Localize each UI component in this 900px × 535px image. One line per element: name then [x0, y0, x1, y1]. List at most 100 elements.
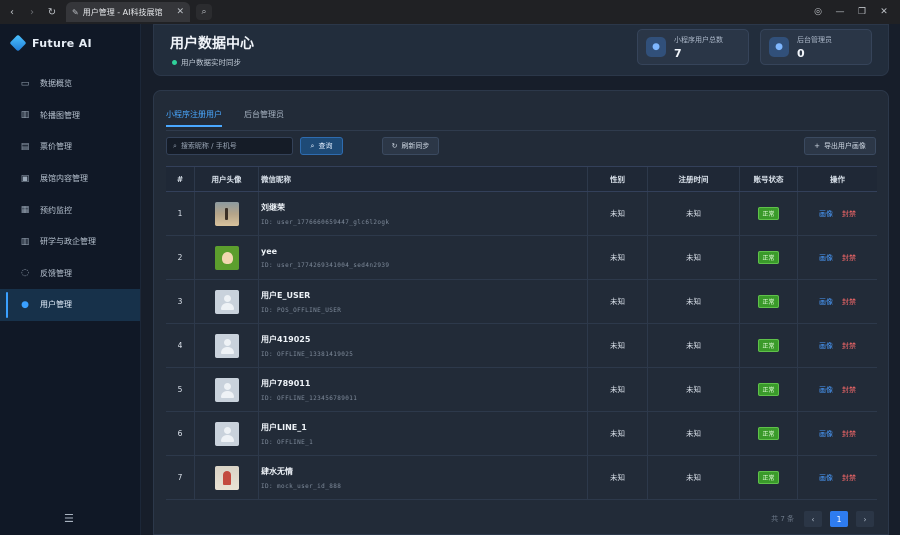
total-count: 共 7 条	[771, 515, 794, 523]
ban-link[interactable]: 封禁	[842, 429, 856, 439]
profile-link[interactable]: 画像	[819, 297, 833, 307]
user-icon: ●	[646, 37, 666, 57]
nickname: 用户E_USER	[261, 290, 311, 300]
restore-icon[interactable]: ❐	[852, 3, 872, 21]
avatar-cell	[195, 236, 258, 279]
forward-icon[interactable]: ›	[24, 4, 40, 20]
nickname: 刘继荣	[261, 202, 285, 212]
actions-cell: 画像 封禁	[797, 412, 877, 455]
search-input[interactable]	[180, 142, 281, 150]
sidebar-item-overview[interactable]: ▭ 数据概览	[0, 68, 140, 100]
page-button-current[interactable]: 1	[830, 511, 848, 527]
gender: 未知	[587, 368, 647, 411]
avatar	[214, 333, 239, 358]
status-badge: 正常	[758, 295, 779, 308]
next-page-button[interactable]: ›	[856, 511, 874, 527]
profile-link[interactable]: 画像	[819, 385, 833, 395]
menu-collapse-icon[interactable]: ☰	[64, 512, 74, 525]
sidebar-item-reservations[interactable]: ▦ 预约监控	[0, 194, 140, 226]
tab-divider	[166, 130, 876, 131]
profile-link[interactable]: 画像	[819, 209, 833, 219]
tab-admins[interactable]: 后台管理员	[244, 109, 284, 127]
sidebar-item-exhibits[interactable]: ▣ 展馆内容管理	[0, 163, 140, 195]
register-time: 未知	[647, 236, 739, 279]
table-row: 2 yee ID: user_1774269341004_sed4n2939 未…	[166, 236, 877, 280]
sidebar-item-label: 数据概览	[40, 79, 72, 89]
nickname-cell: yee ID: user_1774269341004_sed4n2939	[258, 236, 587, 279]
user-id: ID: OFFLINE_123456789011	[261, 394, 358, 402]
user-id: ID: user_1774269341004_sed4n2939	[261, 261, 390, 269]
row-index: 7	[166, 456, 195, 499]
table-header: # 用户头像 微信昵称 性别 注册时间 账号状态 操作	[166, 166, 877, 192]
page-title: 用户数据中心	[170, 36, 254, 52]
profile-link[interactable]: 画像	[819, 341, 833, 351]
export-profile-button[interactable]: + 导出用户画像	[804, 137, 876, 155]
profile-link[interactable]: 画像	[819, 253, 833, 263]
col-nickname: 微信昵称	[258, 167, 587, 191]
col-actions: 操作	[797, 167, 877, 191]
ban-link[interactable]: 封禁	[842, 253, 856, 263]
profile-link[interactable]: 画像	[819, 473, 833, 483]
nickname-cell: 用户LINE_1 ID: OFFLINE_1	[258, 412, 587, 455]
ban-link[interactable]: 封禁	[842, 341, 856, 351]
status-badge: 正常	[758, 471, 779, 484]
sidebar-item-users[interactable]: ● 用户管理	[0, 289, 140, 321]
minimize-icon[interactable]: —	[830, 3, 850, 21]
refresh-button-label: 刷新同步	[401, 142, 430, 150]
sidebar-item-tickets[interactable]: ▤ 票价管理	[0, 131, 140, 163]
tab-search-icon[interactable]: ⌕	[196, 4, 212, 20]
header-card: 用户数据中心 用户数据实时同步 ● 小程序用户总数 7 ● 后台管理员 0	[153, 24, 889, 76]
toolbar: ⌕ ⌕ 查询 ↻ 刷新同步 + 导出用户画像	[166, 137, 876, 155]
refresh-sync-button[interactable]: ↻ 刷新同步	[382, 137, 439, 155]
ban-link[interactable]: 封禁	[842, 473, 856, 483]
browser-tab[interactable]: ✎ 用户管理 - AI科技展馆 ✕	[66, 2, 190, 22]
query-button[interactable]: ⌕ 查询	[300, 137, 343, 155]
nickname: 用户LINE_1	[261, 422, 307, 432]
reload-icon[interactable]: ↻	[44, 4, 60, 20]
admin-icon: ●	[769, 37, 789, 57]
user-id: ID: POS_OFFLINE_USER	[261, 306, 342, 314]
close-tab-icon[interactable]: ✕	[176, 7, 184, 17]
query-button-label: 查询	[318, 142, 333, 150]
building-icon: ▥	[20, 236, 30, 247]
avatar	[214, 289, 239, 314]
prev-page-button[interactable]: ‹	[804, 511, 822, 527]
stat-card-users: ● 小程序用户总数 7	[637, 29, 749, 65]
col-index: #	[166, 167, 195, 191]
profile-link[interactable]: 画像	[819, 429, 833, 439]
sidebar-item-feedback[interactable]: ◌ 反馈管理	[0, 258, 140, 290]
sidebar-item-label: 研学与政企管理	[40, 237, 96, 247]
sidebar-item-carousel[interactable]: ▥ 轮播图管理	[0, 100, 140, 132]
close-window-icon[interactable]: ✕	[874, 3, 894, 21]
sync-text: 用户数据实时同步	[181, 58, 241, 67]
search-box: ⌕	[166, 137, 293, 155]
user-icon: ●	[21, 299, 29, 310]
stat-label: 小程序用户总数	[674, 35, 723, 44]
sidebar-item-label: 反馈管理	[40, 268, 72, 278]
status-badge: 正常	[758, 427, 779, 440]
brand[interactable]: Future AI	[0, 24, 140, 62]
status-cell: 正常	[739, 192, 797, 235]
ban-link[interactable]: 封禁	[842, 209, 856, 219]
brand-name: Future AI	[32, 36, 92, 50]
sidebar-item-study[interactable]: ▥ 研学与政企管理	[0, 226, 140, 258]
row-index: 5	[166, 368, 195, 411]
avatar	[214, 245, 239, 270]
ban-link[interactable]: 封禁	[842, 297, 856, 307]
tab-bar: 小程序注册用户 后台管理员	[166, 109, 284, 127]
row-index: 1	[166, 192, 195, 235]
row-index: 3	[166, 280, 195, 323]
col-status: 账号状态	[739, 167, 797, 191]
ban-link[interactable]: 封禁	[842, 385, 856, 395]
tab-miniprogram-users[interactable]: 小程序注册用户	[166, 109, 222, 127]
gender: 未知	[587, 456, 647, 499]
back-icon[interactable]: ‹	[4, 4, 20, 20]
stat-card-admins: ● 后台管理员 0	[760, 29, 872, 65]
nickname: 肆水无情	[261, 466, 293, 476]
nickname-cell: 刘继荣 ID: user_1776660659447_glc6l2ogk	[258, 192, 587, 235]
nickname: 用户419025	[261, 334, 311, 344]
register-time: 未知	[647, 456, 739, 499]
row-index: 4	[166, 324, 195, 367]
globe-icon[interactable]: ◎	[808, 3, 828, 21]
nickname-cell: 用户419025 ID: OFFLINE_13381419025	[258, 324, 587, 367]
